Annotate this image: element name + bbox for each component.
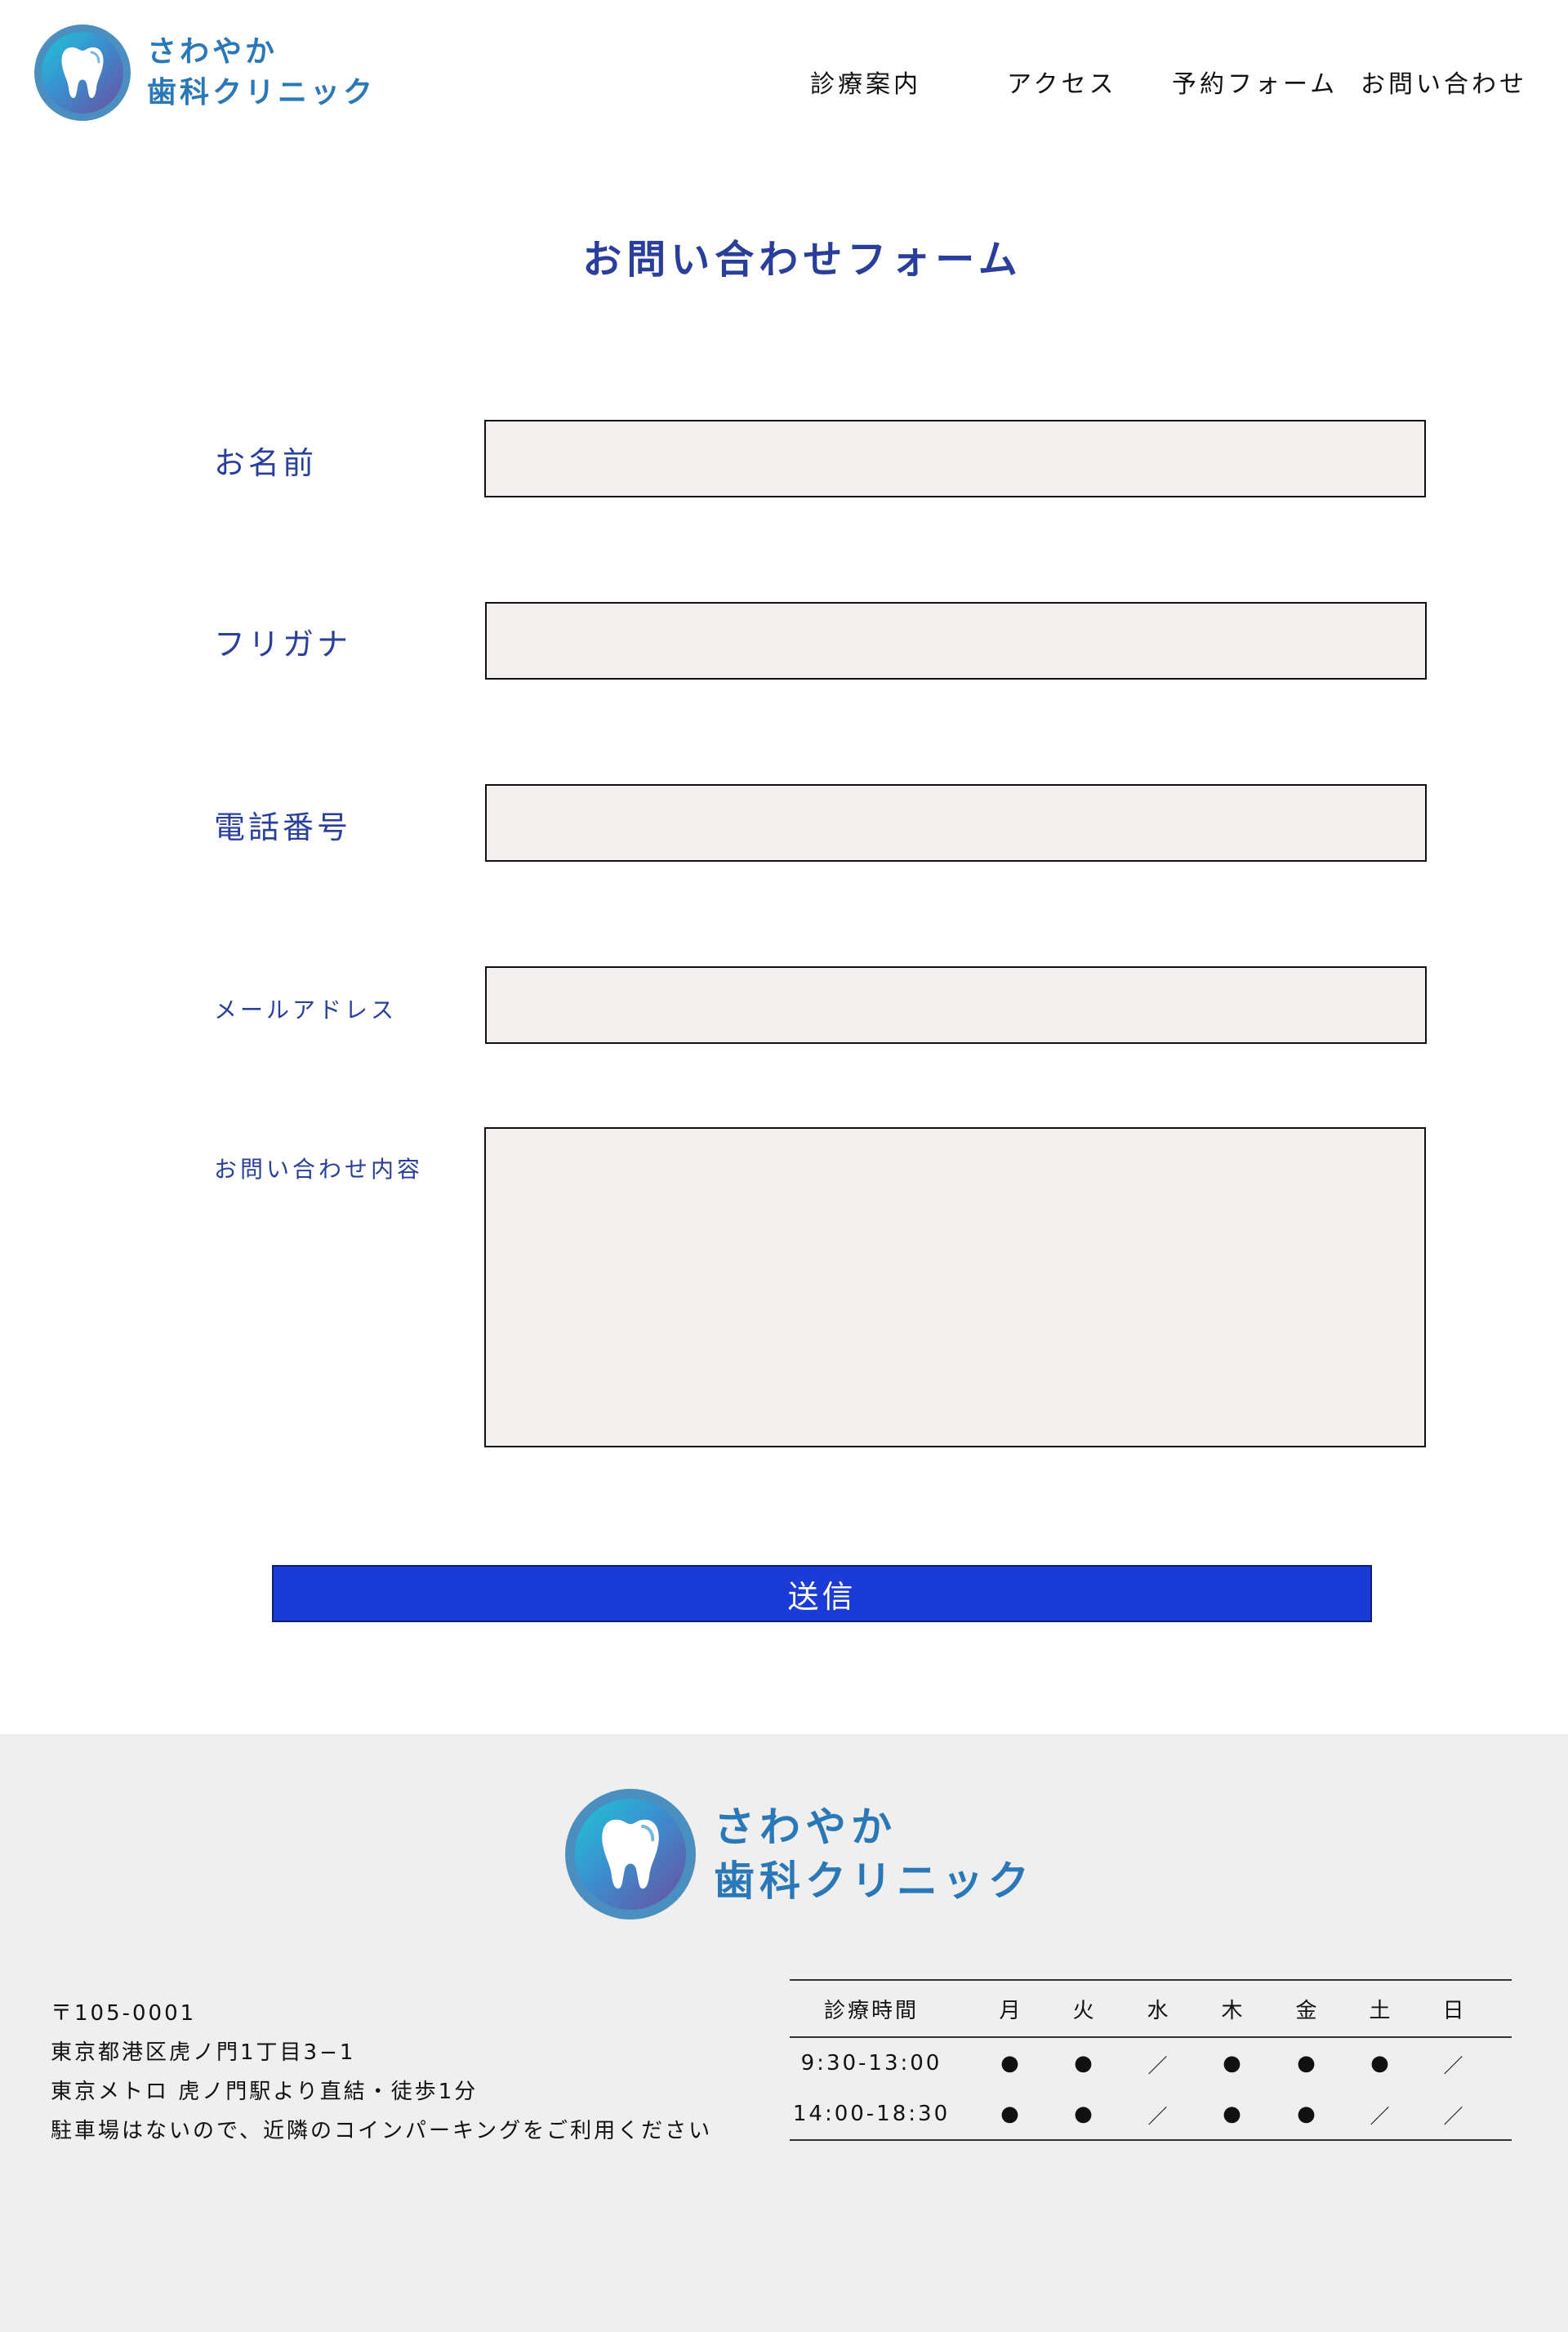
phone-field[interactable] (485, 784, 1427, 862)
site-footer: さわやか 歯科クリニック 〒105-0001 東京都港区虎ノ門1丁目3−1 東京… (0, 1734, 1568, 2332)
nav-item-services[interactable]: 診療案内 (810, 64, 921, 100)
footer-logo-badge (565, 1789, 696, 1920)
hours-divider (790, 2139, 1512, 2141)
site-header: さわやか 歯科クリニック 診療案内 アクセス 予約フォーム お問い合わせ (0, 0, 1568, 155)
page-title: お問い合わせフォーム (582, 237, 1022, 283)
status-mark: ／ (1443, 2053, 1466, 2077)
hours-table: 診療時間 月 火 水 木 金 土 日 9:30-13:00 ● ● ／ ● ● … (790, 1979, 1512, 2141)
time-slot: 14:00-18:30 (792, 2102, 951, 2126)
submit-button[interactable]: 送信 (272, 1565, 1372, 1622)
hours-row-afternoon: 14:00-18:30 ● ● ／ ● ● ／ ／ (790, 2089, 1512, 2139)
hours-header-row: 診療時間 月 火 水 木 金 土 日 (790, 1981, 1512, 2036)
street-address: 東京都港区虎ノ門1丁目3−1 (51, 2040, 356, 2065)
footer-logo-line1: さわやか (714, 1804, 897, 1851)
status-mark: ● (1074, 2051, 1095, 2076)
station-info: 東京メトロ 虎ノ門駅より直結・徒歩1分 (51, 2080, 479, 2104)
status-mark: ● (1000, 2051, 1022, 2076)
status-mark: ● (1370, 2051, 1392, 2076)
status-mark: ● (1223, 2051, 1244, 2076)
phone-label: 電話番号 (214, 809, 352, 845)
status-mark: ● (1297, 2051, 1318, 2076)
message-label: お問い合わせ内容 (214, 1156, 424, 1183)
status-mark: ／ (1443, 2104, 1466, 2128)
furigana-label: フリガナ (214, 626, 352, 662)
tooth-icon (602, 1819, 659, 1889)
nav-item-reservation[interactable]: 予約フォーム (1172, 64, 1338, 100)
global-nav: 診療案内 アクセス 予約フォーム お問い合わせ (0, 64, 1568, 99)
status-mark: ／ (1147, 2104, 1170, 2128)
day-mon: 月 (999, 1998, 1023, 2023)
status-mark: ● (1297, 2102, 1318, 2126)
day-sat: 土 (1369, 1998, 1393, 2023)
status-mark: ● (1223, 2102, 1244, 2126)
postal-code: 〒105-0001 (51, 2001, 197, 2026)
day-sun: 日 (1442, 1998, 1467, 2023)
nav-item-access[interactable]: アクセス (1007, 64, 1117, 100)
hours-row-morning: 9:30-13:00 ● ● ／ ● ● ● ／ (790, 2038, 1512, 2089)
day-thu: 木 (1221, 1998, 1245, 2023)
nav-item-contact[interactable]: お問い合わせ (1361, 64, 1527, 100)
furigana-field[interactable] (485, 602, 1427, 680)
name-label: お名前 (214, 445, 318, 481)
email-label: メールアドレス (214, 997, 398, 1023)
name-field[interactable] (484, 420, 1426, 497)
day-tue: 火 (1072, 1998, 1097, 2023)
day-fri: 金 (1295, 1998, 1320, 2023)
status-mark: ● (1000, 2102, 1022, 2126)
email-field[interactable] (485, 966, 1427, 1044)
status-mark: ／ (1370, 2104, 1392, 2128)
footer-logo: さわやか 歯科クリニック (565, 1789, 1034, 1920)
clinic-address: 〒105-0001 東京都港区虎ノ門1丁目3−1 東京メトロ 虎ノ門駅より直結・… (51, 1994, 712, 2151)
footer-logo-line2: 歯科クリニック (714, 1857, 1034, 1905)
message-field[interactable] (484, 1127, 1426, 1447)
day-wed: 水 (1147, 1998, 1171, 2023)
hours-header-label: 診療時間 (823, 1998, 919, 2023)
parking-info: 駐車場はないので、近隣のコインパーキングをご利用ください (51, 2119, 713, 2143)
time-slot: 9:30-13:00 (800, 2051, 942, 2076)
status-mark: ／ (1147, 2053, 1170, 2077)
status-mark: ● (1074, 2102, 1095, 2126)
